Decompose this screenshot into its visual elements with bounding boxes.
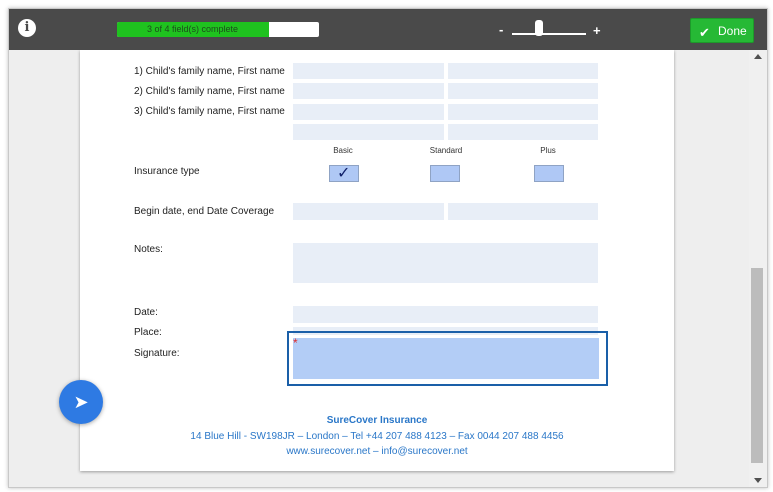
child-2-first-name-field[interactable]: [448, 83, 598, 99]
end-date-field[interactable]: [448, 203, 598, 220]
child-3-label: 3) Child's family name, First name: [134, 106, 285, 117]
scrollbar-thumb[interactable]: [751, 268, 763, 463]
completion-progress-bar: 3 of 4 field(s) complete: [117, 22, 319, 37]
child-1-family-name-field[interactable]: [293, 63, 444, 79]
scroll-down-arrow-icon[interactable]: [754, 478, 762, 483]
option-header-standard: Standard: [429, 146, 463, 155]
plus-checkbox[interactable]: [534, 165, 564, 182]
child-1-label: 1) Child's family name, First name: [134, 66, 285, 77]
notes-field[interactable]: [293, 243, 598, 283]
done-button-label: Done: [718, 24, 747, 38]
begin-date-field[interactable]: [293, 203, 444, 220]
active-field-highlight: [287, 331, 608, 386]
zoom-slider-track[interactable]: [512, 33, 586, 35]
next-field-button[interactable]: ➤: [59, 380, 103, 424]
info-icon[interactable]: i: [18, 19, 36, 37]
progress-text: 3 of 4 field(s) complete: [146, 24, 239, 34]
date-field[interactable]: [293, 306, 598, 323]
coverage-label: Begin date, end Date Coverage: [134, 206, 275, 217]
scroll-up-arrow-icon[interactable]: [754, 54, 762, 59]
footer-company: SureCover Insurance: [326, 415, 428, 426]
arrow-right-icon: ➤: [73, 392, 89, 412]
child-2-family-name-field[interactable]: [293, 83, 444, 99]
option-header-basic: Basic: [333, 146, 353, 155]
insurance-type-label: Insurance type: [134, 166, 200, 177]
zoom-in-button[interactable]: +: [593, 23, 601, 38]
basic-checkbox[interactable]: ✓: [329, 165, 359, 182]
child-3-first-name-field[interactable]: [448, 104, 598, 120]
document-page: 1) Child's family name, First name 2) Ch…: [80, 50, 674, 471]
child-3-family-name-field[interactable]: [293, 104, 444, 120]
child-1-first-name-field[interactable]: [448, 63, 598, 79]
toolbar: i 3 of 4 field(s) complete - + ✔ Done: [9, 9, 767, 50]
done-button[interactable]: ✔ Done: [690, 18, 754, 43]
child-2-label: 2) Child's family name, First name: [134, 86, 285, 97]
extra-name-field-1[interactable]: [293, 124, 444, 140]
extra-name-field-2[interactable]: [448, 124, 598, 140]
checkmark-icon: ✔: [699, 25, 710, 40]
document-viewport: 1) Child's family name, First name 2) Ch…: [9, 50, 749, 487]
footer-contact: www.surecover.net – info@surecover.net: [286, 446, 468, 457]
notes-label: Notes:: [134, 244, 163, 255]
date-label: Date:: [134, 307, 158, 318]
vertical-scrollbar[interactable]: [749, 50, 767, 487]
zoom-slider-handle[interactable]: [535, 20, 543, 36]
signature-label: Signature:: [134, 348, 180, 359]
form-viewer-window: i 3 of 4 field(s) complete - + ✔ Done 1)…: [8, 8, 768, 488]
option-header-plus: Plus: [540, 146, 556, 155]
footer-address: 14 Blue Hill - SW198JR – London – Tel +4…: [190, 431, 564, 442]
place-label: Place:: [134, 327, 162, 338]
zoom-out-button[interactable]: -: [499, 22, 503, 37]
checkmark-icon: ✓: [337, 165, 351, 182]
standard-checkbox[interactable]: [430, 165, 460, 182]
